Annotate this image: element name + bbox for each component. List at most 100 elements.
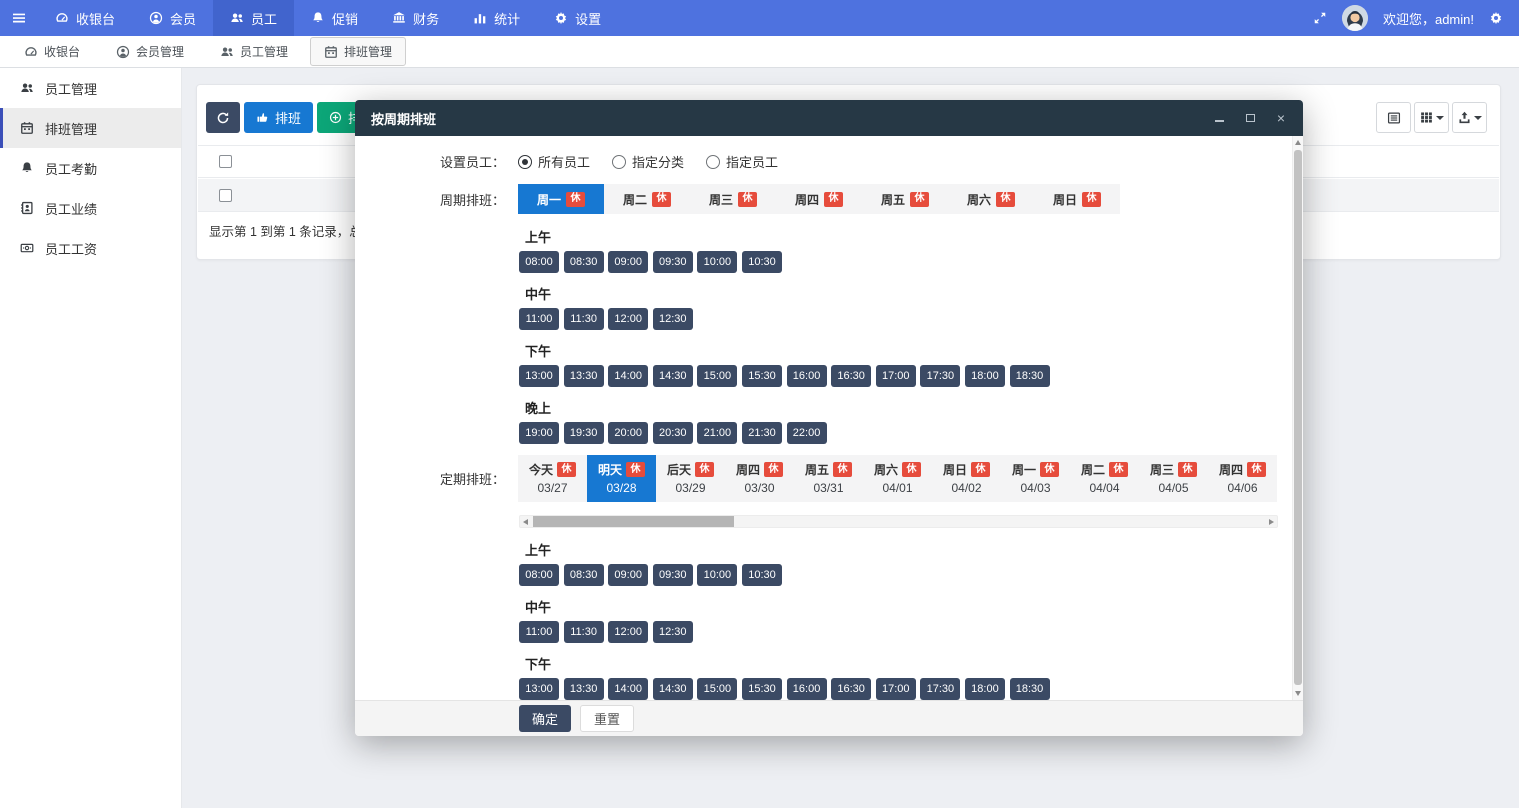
time-slot-button[interactable]: 18:00: [965, 678, 1005, 700]
time-slot-button[interactable]: 16:30: [831, 678, 871, 700]
time-slot-button[interactable]: 14:30: [653, 365, 693, 387]
date-tab[interactable]: 周六 休 04/01: [863, 455, 932, 502]
nav-item[interactable]: 收银台: [38, 0, 132, 36]
columns-button[interactable]: [1414, 102, 1449, 133]
scroll-down-icon[interactable]: [1295, 691, 1301, 696]
row-checkbox[interactable]: [219, 189, 232, 202]
time-slot-button[interactable]: 15:00: [697, 365, 737, 387]
select-all-checkbox[interactable]: [219, 155, 232, 168]
weekday-tab[interactable]: 周二 休: [604, 184, 690, 214]
time-slot-button[interactable]: 21:00: [697, 422, 737, 444]
time-slot-button[interactable]: 14:00: [608, 365, 648, 387]
time-slot-button[interactable]: 12:00: [608, 621, 648, 643]
time-slot-button[interactable]: 10:00: [697, 564, 737, 586]
time-slot-button[interactable]: 08:00: [519, 251, 559, 273]
date-tab[interactable]: 明天 休 03/28: [587, 455, 656, 502]
sidebar-item[interactable]: 员工管理: [0, 68, 181, 108]
time-slot-button[interactable]: 10:30: [742, 251, 782, 273]
weekday-tab[interactable]: 周一 休: [518, 184, 604, 214]
time-slot-button[interactable]: 10:00: [697, 251, 737, 273]
time-slot-button[interactable]: 09:30: [653, 251, 693, 273]
nav-item[interactable]: 统计: [456, 0, 537, 36]
time-slot-button[interactable]: 13:30: [564, 365, 604, 387]
scroll-up-icon[interactable]: [1295, 140, 1301, 145]
date-tab[interactable]: 周五 休 03/31: [794, 455, 863, 502]
minimize-icon[interactable]: [1213, 112, 1225, 124]
time-slot-button[interactable]: 09:00: [608, 251, 648, 273]
time-slot-button[interactable]: 16:00: [787, 365, 827, 387]
weekday-tab[interactable]: 周五 休: [862, 184, 948, 214]
time-slot-button[interactable]: 11:30: [564, 621, 604, 643]
time-slot-button[interactable]: 11:00: [519, 621, 559, 643]
settings-gear-button[interactable]: [1489, 11, 1503, 25]
time-slot-button[interactable]: 20:00: [608, 422, 648, 444]
time-slot-button[interactable]: 17:00: [876, 678, 916, 700]
nav-item[interactable]: 财务: [375, 0, 456, 36]
reset-button[interactable]: 重置: [580, 705, 634, 732]
nav-item[interactable]: 促销: [294, 0, 375, 36]
time-slot-button[interactable]: 15:30: [742, 678, 782, 700]
time-slot-button[interactable]: 11:00: [519, 308, 559, 330]
time-slot-button[interactable]: 08:30: [564, 251, 604, 273]
scroll-right-icon[interactable]: [1269, 519, 1274, 525]
time-slot-button[interactable]: 17:30: [920, 678, 960, 700]
date-tab[interactable]: 周二 休 04/04: [1070, 455, 1139, 502]
date-tab[interactable]: 今天 休 03/27: [518, 455, 587, 502]
schedule-button[interactable]: 排班: [244, 102, 313, 133]
time-slot-button[interactable]: 15:00: [697, 678, 737, 700]
vertical-scrollbar-thumb[interactable]: [1294, 150, 1302, 685]
time-slot-button[interactable]: 22:00: [787, 422, 827, 444]
time-slot-button[interactable]: 08:30: [564, 564, 604, 586]
time-slot-button[interactable]: 11:30: [564, 308, 604, 330]
time-slot-button[interactable]: 16:00: [787, 678, 827, 700]
modal-header[interactable]: 按周期排班 ×: [355, 100, 1303, 136]
time-slot-button[interactable]: 18:30: [1010, 678, 1050, 700]
sidebar-item[interactable]: 员工业绩: [0, 188, 181, 228]
weekday-tab[interactable]: 周日 休: [1034, 184, 1120, 214]
page-tab[interactable]: 员工管理: [206, 37, 302, 66]
date-tab[interactable]: 周三 休 04/05: [1139, 455, 1208, 502]
time-slot-button[interactable]: 14:00: [608, 678, 648, 700]
time-slot-button[interactable]: 19:00: [519, 422, 559, 444]
sidebar-item[interactable]: 员工考勤: [0, 148, 181, 188]
sidebar-item[interactable]: 员工工资: [0, 228, 181, 268]
scroll-left-icon[interactable]: [523, 519, 528, 525]
time-slot-button[interactable]: 18:30: [1010, 365, 1050, 387]
sidebar-item[interactable]: 排班管理: [0, 108, 181, 148]
avatar[interactable]: [1342, 5, 1368, 31]
time-slot-button[interactable]: 09:00: [608, 564, 648, 586]
vertical-scrollbar[interactable]: [1292, 136, 1303, 700]
time-slot-button[interactable]: 17:00: [876, 365, 916, 387]
weekday-tab[interactable]: 周三 休: [690, 184, 776, 214]
time-slot-button[interactable]: 09:30: [653, 564, 693, 586]
time-slot-button[interactable]: 18:00: [965, 365, 1005, 387]
restore-icon[interactable]: [1244, 112, 1256, 124]
nav-item[interactable]: 会员: [132, 0, 213, 36]
nav-item[interactable]: 员工: [213, 0, 294, 36]
weekday-tab[interactable]: 周四 休: [776, 184, 862, 214]
time-slot-button[interactable]: 13:00: [519, 365, 559, 387]
time-slot-button[interactable]: 19:30: [564, 422, 604, 444]
page-tab[interactable]: 排班管理: [310, 37, 406, 66]
time-slot-button[interactable]: 08:00: [519, 564, 559, 586]
date-tab[interactable]: 后天 休 03/29: [656, 455, 725, 502]
date-tab[interactable]: 周一 休 04/03: [1001, 455, 1070, 502]
time-slot-button[interactable]: 21:30: [742, 422, 782, 444]
time-slot-button[interactable]: 12:30: [653, 621, 693, 643]
time-slot-button[interactable]: 13:00: [519, 678, 559, 700]
time-slot-button[interactable]: 12:30: [653, 308, 693, 330]
horizontal-scrollbar[interactable]: [519, 515, 1278, 528]
fullscreen-button[interactable]: [1313, 11, 1327, 25]
radio-option[interactable]: 指定员工: [706, 152, 778, 171]
close-icon[interactable]: ×: [1275, 112, 1287, 124]
export-button[interactable]: [1452, 102, 1487, 133]
time-slot-button[interactable]: 13:30: [564, 678, 604, 700]
menu-toggle-button[interactable]: [0, 0, 38, 36]
radio-option[interactable]: 指定分类: [612, 152, 684, 171]
date-tab[interactable]: 周日 休 04/02: [932, 455, 1001, 502]
time-slot-button[interactable]: 20:30: [653, 422, 693, 444]
time-slot-button[interactable]: 16:30: [831, 365, 871, 387]
detail-view-button[interactable]: [1376, 102, 1411, 133]
refresh-button[interactable]: [206, 102, 240, 133]
confirm-button[interactable]: 确定: [519, 705, 571, 732]
